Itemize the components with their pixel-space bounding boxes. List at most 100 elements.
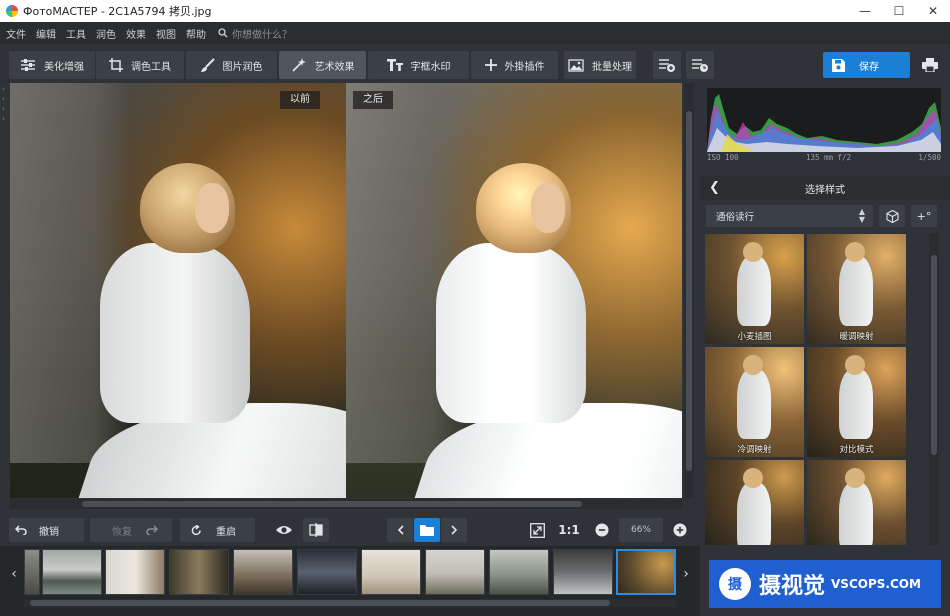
open-folder-button[interactable]: [414, 518, 440, 542]
preset-head: [845, 242, 865, 262]
watermark-cn: 摄视觉: [759, 574, 826, 599]
filmstrip-left-arrow[interactable]: ‹: [8, 550, 20, 598]
menu-tools[interactable]: 工具: [66, 26, 86, 41]
menu-view[interactable]: 视图: [156, 26, 176, 41]
close-button[interactable]: ✕: [916, 0, 950, 22]
menu-retouch[interactable]: 润色: [96, 26, 116, 41]
fit-screen-button[interactable]: [524, 518, 550, 542]
filmstrip-thumbnail[interactable]: [169, 549, 229, 595]
add-list-button[interactable]: [653, 51, 681, 79]
app-logo-icon: [6, 5, 18, 17]
tab-plugins-label: 外掛插件: [504, 61, 545, 73]
history-list-button[interactable]: [686, 51, 714, 79]
back-arrow-icon[interactable]: ❮: [709, 180, 720, 195]
preset-head: [845, 355, 865, 375]
tab-batch[interactable]: 批量处理: [564, 51, 636, 79]
collapsed-side-arrows[interactable]: › › › ›: [0, 84, 10, 134]
preset-tile[interactable]: 对比模式: [807, 347, 906, 457]
preset-label: 对比模式: [839, 445, 874, 455]
tab-enhance[interactable]: 美化增强: [9, 51, 95, 79]
filmstrip-thumbnail-selected[interactable]: [616, 549, 676, 595]
previous-image-button[interactable]: [387, 518, 413, 542]
filmstrip-thumbnail[interactable]: [553, 549, 613, 595]
search-icon: [218, 28, 228, 38]
brush-icon: [200, 58, 215, 72]
filmstrip-thumbnail[interactable]: [105, 549, 165, 595]
tab-retouch[interactable]: 图片润色: [186, 51, 277, 79]
minimize-button[interactable]: —: [848, 0, 882, 22]
zoom-level-field[interactable]: 66%: [619, 518, 663, 542]
preset-figure: [737, 482, 771, 545]
print-button[interactable]: [916, 51, 944, 79]
tab-frames-watermark[interactable]: 字框水印: [368, 51, 469, 79]
filmstrip-thumbnail[interactable]: [24, 549, 40, 595]
redo-label: 恢复: [112, 526, 132, 538]
scrollbar-thumb[interactable]: [686, 111, 692, 471]
menu-edit[interactable]: 编辑: [36, 26, 56, 41]
zoom-actual-size-button[interactable]: 1:1: [556, 518, 582, 542]
3d-cube-button[interactable]: [879, 205, 905, 227]
presets-scrollbar[interactable]: [929, 233, 939, 545]
window-title: ФотоМАСТЕР - 2C1A5794 拷贝.jpg: [23, 5, 212, 18]
menu-file[interactable]: 文件: [6, 26, 26, 41]
filmstrip-thumbnail[interactable]: [297, 549, 357, 595]
redo-button[interactable]: 恢复: [90, 518, 172, 542]
histogram: [707, 88, 941, 152]
maximize-button[interactable]: ☐: [882, 0, 916, 22]
chevron-left-icon: [397, 525, 404, 535]
canvas-vertical-scrollbar[interactable]: [684, 83, 694, 498]
save-button[interactable]: 保存: [823, 52, 910, 78]
search-input[interactable]: 你想做什么？: [218, 26, 292, 41]
undo-label: 撤销: [39, 526, 59, 538]
panel-header: ❮ 选择样式: [700, 176, 950, 200]
preset-figure: [839, 482, 873, 545]
category-dropdown[interactable]: 通俗读行 ▲ ▼: [706, 205, 873, 227]
canvas-horizontal-scrollbar[interactable]: [10, 499, 682, 509]
filmstrip-thumbnail[interactable]: [233, 549, 293, 595]
crop-icon: [109, 58, 123, 72]
tab-art-effects-label: 艺术效果: [314, 61, 355, 73]
tab-plugins[interactable]: 外掛插件: [471, 51, 558, 79]
scrollbar-thumb[interactable]: [931, 255, 937, 455]
preset-figure: [839, 256, 873, 326]
filmstrip-thumbnail[interactable]: [489, 549, 549, 595]
menu-effects[interactable]: 效果: [126, 26, 146, 41]
preset-head: [845, 468, 865, 488]
image-canvas[interactable]: 以前 之后: [10, 83, 682, 498]
filmstrip-thumbnail[interactable]: [425, 549, 485, 595]
preset-figure: [839, 369, 873, 439]
tab-color-tools[interactable]: 调色工具: [96, 51, 184, 79]
reset-icon: [191, 524, 201, 535]
preset-tile[interactable]: 小麦插图: [705, 234, 804, 344]
reset-button[interactable]: 重启: [180, 518, 255, 542]
filmstrip-thumbnail[interactable]: [42, 549, 102, 595]
reset-label: 重启: [216, 526, 236, 538]
bottom-controls: 撤销 恢复 重启 1:1 66%: [0, 512, 700, 546]
menu-help[interactable]: 帮助: [186, 26, 206, 41]
preset-tile[interactable]: [705, 460, 804, 545]
preset-tile[interactable]: 冷调映射: [705, 347, 804, 457]
zoom-in-button[interactable]: [669, 518, 691, 542]
compare-view-button[interactable]: [303, 518, 329, 542]
tab-art-effects[interactable]: 艺术效果: [279, 51, 366, 79]
add-preset-button[interactable]: +°: [911, 205, 937, 227]
next-image-button[interactable]: [441, 518, 467, 542]
zoom-out-button[interactable]: [591, 518, 613, 542]
preset-tile[interactable]: 暖调映射: [807, 234, 906, 344]
preset-figure: [737, 256, 771, 326]
preview-toggle-button[interactable]: [271, 518, 297, 542]
sliders-icon: [21, 59, 35, 71]
before-photo: [10, 83, 346, 498]
preset-tile[interactable]: [807, 460, 906, 545]
main-toolbar: 美化增强 调色工具 图片润色 艺术效果 字框水印 外掛插件 批量处理 保存: [0, 44, 950, 84]
undo-button[interactable]: 撤销: [9, 518, 84, 542]
scrollbar-thumb[interactable]: [30, 600, 610, 606]
filmstrip-right-arrow[interactable]: ›: [680, 550, 692, 598]
title-bar: ФотоМАСТЕР - 2C1A5794 拷贝.jpg — ☐ ✕: [0, 0, 950, 22]
filmstrip-scrollbar[interactable]: [24, 599, 676, 607]
plus-icon: [484, 59, 497, 71]
filmstrip-thumbnail[interactable]: [361, 549, 421, 595]
scrollbar-thumb[interactable]: [82, 501, 582, 507]
save-button-label: 保存: [859, 61, 879, 73]
floppy-disk-icon: [832, 58, 845, 72]
